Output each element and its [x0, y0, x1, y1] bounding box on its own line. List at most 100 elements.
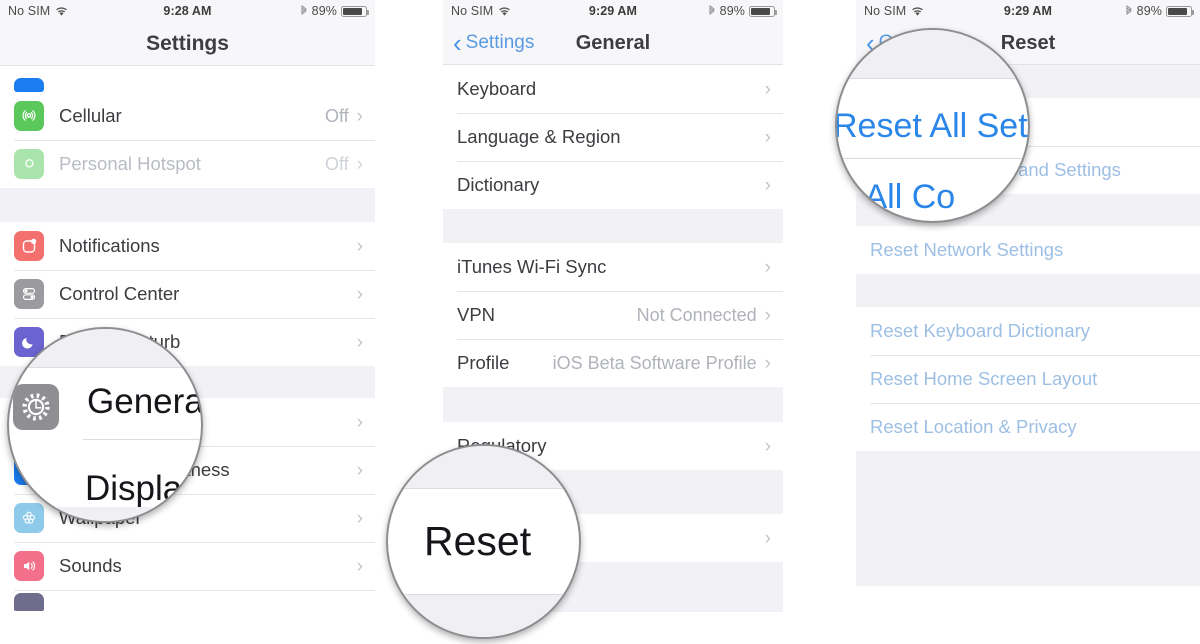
back-button-settings[interactable]: ‹ Settings — [453, 30, 534, 56]
bluetooth-icon — [300, 5, 308, 17]
status-bar-right: 89% — [1125, 4, 1194, 18]
sounds-icon — [14, 551, 44, 581]
list-item-dictionary[interactable]: Dictionary › — [443, 161, 783, 209]
list-item-notifications[interactable]: Notifications › — [0, 222, 375, 270]
battery-icon — [341, 5, 369, 17]
status-bar-left: No SIM — [864, 4, 924, 18]
chevron-right-icon: › — [356, 459, 363, 481]
list-item-reset-keyboard-dictionary[interactable]: Reset Keyboard Dictionary — [856, 307, 1200, 355]
list-section-gap — [856, 274, 1200, 307]
list-item-language-region[interactable]: Language & Region › — [443, 113, 783, 161]
magnifier-label-display: Displa — [85, 469, 183, 508]
chevron-right-icon: › — [764, 78, 771, 100]
list-item-partial-bottom[interactable] — [0, 590, 375, 614]
chevron-left-icon: ‹ — [453, 28, 462, 58]
list-item-reset-location-privacy[interactable]: Reset Location & Privacy — [856, 403, 1200, 451]
list-item-label: iTunes Wi-Fi Sync — [457, 256, 607, 277]
list-group-c: Reset Keyboard Dictionary Reset Home Scr… — [856, 307, 1200, 451]
status-bar-right: 89% — [300, 4, 369, 18]
list-item-label: Control Center — [59, 283, 180, 304]
wifi-settings-icon — [14, 78, 44, 92]
list-item-label: VPN — [457, 304, 496, 325]
list-section-gap — [856, 451, 1200, 586]
screenshot-stage: No SIM 9:28 AM 89% Settings Cellular Off… — [0, 0, 1200, 644]
list-item-profile[interactable]: Profile iOS Beta Software Profile › — [443, 339, 783, 387]
list-item-label: Reset Home Screen Layout — [870, 368, 1098, 389]
nav-bar: ‹ Settings General — [443, 22, 783, 65]
list-item-label: Sounds — [59, 555, 122, 576]
notifications-icon — [14, 231, 44, 261]
list-item-label: Language & Region — [457, 126, 621, 147]
status-bar-left: No SIM — [451, 4, 511, 18]
chevron-right-icon: › — [356, 283, 363, 305]
battery-icon — [1166, 5, 1194, 17]
list-group-a: Keyboard › Language & Region › Dictionar… — [443, 65, 783, 209]
magnifier-label-reset: Reset — [424, 518, 532, 564]
magnifier-content: Reset — [388, 446, 579, 637]
carrier-label: No SIM — [8, 4, 51, 18]
bluetooth-icon — [708, 5, 716, 17]
list-item-label: Reset Network Settings — [870, 239, 1064, 260]
chevron-right-icon: › — [356, 331, 363, 353]
magnifier-label-erase-all-content: se All Co — [837, 178, 956, 216]
list-item-label: Dictionary — [457, 174, 540, 195]
list-item-itunes-wifi-sync[interactable]: iTunes Wi-Fi Sync › — [443, 243, 783, 291]
list-item-label: Profile — [457, 352, 510, 373]
chevron-right-icon: › — [356, 153, 363, 175]
list-item-vpn[interactable]: VPN Not Connected › — [443, 291, 783, 339]
status-bar-left: No SIM — [8, 4, 68, 18]
chevron-right-icon: › — [764, 174, 771, 196]
magnifier-content: General Displa — [9, 329, 201, 521]
list-item-label: Notifications — [59, 235, 160, 256]
magnifier-content: Reset All Settin se All Co — [837, 30, 1028, 221]
list-section-gap — [0, 188, 375, 222]
list-item-value: Off — [324, 105, 349, 126]
list-item-control-center[interactable]: Control Center › — [0, 270, 375, 318]
list-item-cellular[interactable]: Cellular Off › — [0, 92, 375, 140]
status-bar-right: 89% — [708, 4, 777, 18]
magnifier-label-general: General — [87, 382, 203, 421]
magnifier-reset: Reset — [386, 444, 581, 639]
chevron-right-icon: › — [356, 411, 363, 433]
list-item-personal-hotspot[interactable]: Personal Hotspot Off › — [0, 140, 375, 188]
hotspot-icon — [14, 149, 44, 179]
list-group-b: iTunes Wi-Fi Sync › VPN Not Connected › … — [443, 243, 783, 387]
nav-bar: Settings — [0, 22, 375, 66]
list-item-reset-home-screen-layout[interactable]: Reset Home Screen Layout — [856, 355, 1200, 403]
list-section-gap — [443, 209, 783, 243]
chevron-right-icon: › — [764, 126, 771, 148]
list-item-label: Reset Keyboard Dictionary — [870, 320, 1091, 341]
phone-screen-settings: No SIM 9:28 AM 89% Settings Cellular Off… — [0, 0, 375, 644]
list-item-label: Personal Hotspot — [59, 153, 201, 174]
battery-icon — [749, 5, 777, 17]
chevron-right-icon: › — [764, 352, 771, 374]
magnifier-general: General Displa — [7, 327, 203, 523]
list-item-keyboard[interactable]: Keyboard › — [443, 65, 783, 113]
magnifier-label-reset-all-settings: Reset All Settin — [835, 107, 1028, 145]
list-group-connectivity: Cellular Off › Personal Hotspot Off › — [0, 92, 375, 188]
battery-percent-label: 89% — [719, 4, 745, 18]
siri-icon — [14, 593, 44, 611]
battery-percent-label: 89% — [311, 4, 337, 18]
back-button-label: Settings — [465, 32, 535, 53]
carrier-label: No SIM — [451, 4, 494, 18]
status-bar: No SIM 9:29 AM 89% — [443, 0, 783, 22]
list-item-partial[interactable] — [0, 66, 375, 92]
wifi-icon — [911, 6, 924, 17]
chevron-right-icon: › — [356, 555, 363, 577]
chevron-right-icon: › — [764, 527, 771, 549]
list-group-b: Reset Network Settings — [856, 226, 1200, 274]
list-item-label: Cellular — [59, 105, 122, 126]
wifi-icon — [498, 6, 511, 17]
chevron-right-icon: › — [356, 235, 363, 257]
bluetooth-icon — [1125, 5, 1133, 17]
list-item-label: Keyboard — [457, 78, 537, 99]
list-item-label: Reset Location & Privacy — [870, 416, 1077, 437]
list-item-value: Off — [324, 153, 349, 174]
list-item-sounds[interactable]: Sounds › — [0, 542, 375, 590]
list-item-reset-network-settings[interactable]: Reset Network Settings — [856, 226, 1200, 274]
chevron-right-icon: › — [356, 105, 363, 127]
wifi-icon — [55, 6, 68, 17]
list-item-value: Not Connected — [636, 304, 757, 325]
list-group-partial-top — [0, 66, 375, 92]
